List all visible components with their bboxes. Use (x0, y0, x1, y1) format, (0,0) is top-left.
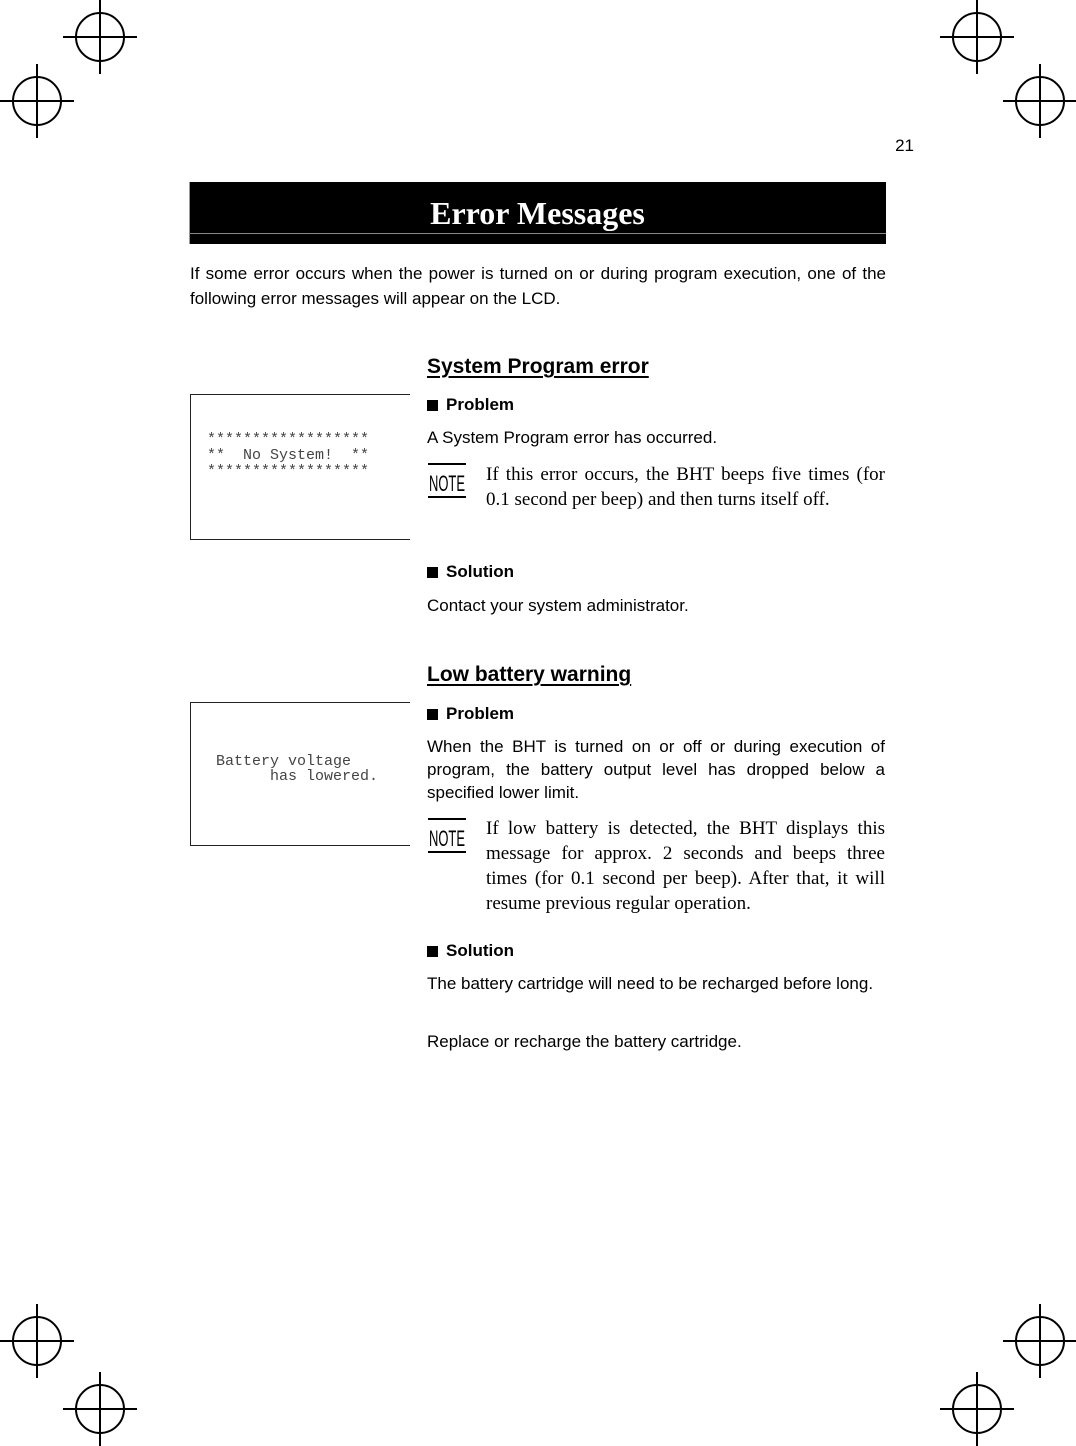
solution-label: Solution (446, 941, 514, 960)
registration-mark-icon (940, 1372, 1014, 1446)
registration-mark-icon (0, 64, 74, 138)
svg-text:NOTE: NOTE (429, 471, 465, 496)
lcd-line: ****************** (207, 463, 370, 480)
banner-rule (189, 233, 886, 234)
solution-heading: Solution (427, 941, 514, 961)
registration-mark-icon (1003, 1304, 1076, 1378)
square-bullet-icon (427, 566, 438, 578)
problem-text: When the BHT is turned on or off or duri… (427, 737, 885, 802)
problem-text: A System Program error has occurred. (427, 428, 718, 447)
solution-heading: Solution (427, 562, 514, 582)
svg-text:NOTE: NOTE (429, 826, 465, 851)
solution-text: Contact your system administrator. (427, 596, 689, 615)
page-title: Error Messages (430, 195, 645, 231)
note-text: If low battery is detected, the BHT disp… (486, 818, 885, 914)
intro-paragraph: If some error occurs when the power is t… (190, 264, 886, 308)
square-bullet-icon (427, 399, 438, 411)
solution-text: The battery cartridge will need to be re… (427, 974, 874, 993)
problem-label: Problem (446, 395, 515, 414)
page-number: 21 (895, 136, 914, 155)
section-title-low-battery-warning: Low battery warning (427, 663, 632, 686)
registration-mark-icon (940, 0, 1014, 74)
registration-mark-icon (63, 1372, 137, 1446)
note-icon: NOTE (428, 818, 466, 853)
lcd-line: ** No System! ** (207, 447, 370, 464)
registration-mark-icon (63, 0, 137, 74)
lcd-screen-no-system: ****************** ** No System! ** ****… (190, 394, 410, 540)
title-banner: Error Messages (189, 182, 886, 244)
solution-text: Replace or recharge the battery cartridg… (427, 1032, 742, 1051)
problem-label: Problem (446, 704, 515, 723)
problem-heading: Problem (427, 395, 514, 415)
lcd-screen-low-battery: Battery voltage has lowered. (190, 702, 410, 846)
lcd-line: has lowered. (216, 768, 379, 785)
square-bullet-icon (427, 945, 438, 957)
section-title-system-program-error: System Program error (427, 355, 649, 378)
registration-mark-icon (0, 1304, 74, 1378)
registration-mark-icon (1003, 64, 1076, 138)
lcd-line: Battery voltage (216, 753, 352, 770)
lcd-line: ****************** (207, 431, 370, 448)
note-icon: NOTE (428, 463, 466, 498)
solution-label: Solution (446, 562, 514, 581)
problem-heading: Problem (427, 704, 514, 724)
square-bullet-icon (427, 708, 438, 720)
note-text: If this error occurs, the BHT beeps five… (486, 464, 885, 510)
